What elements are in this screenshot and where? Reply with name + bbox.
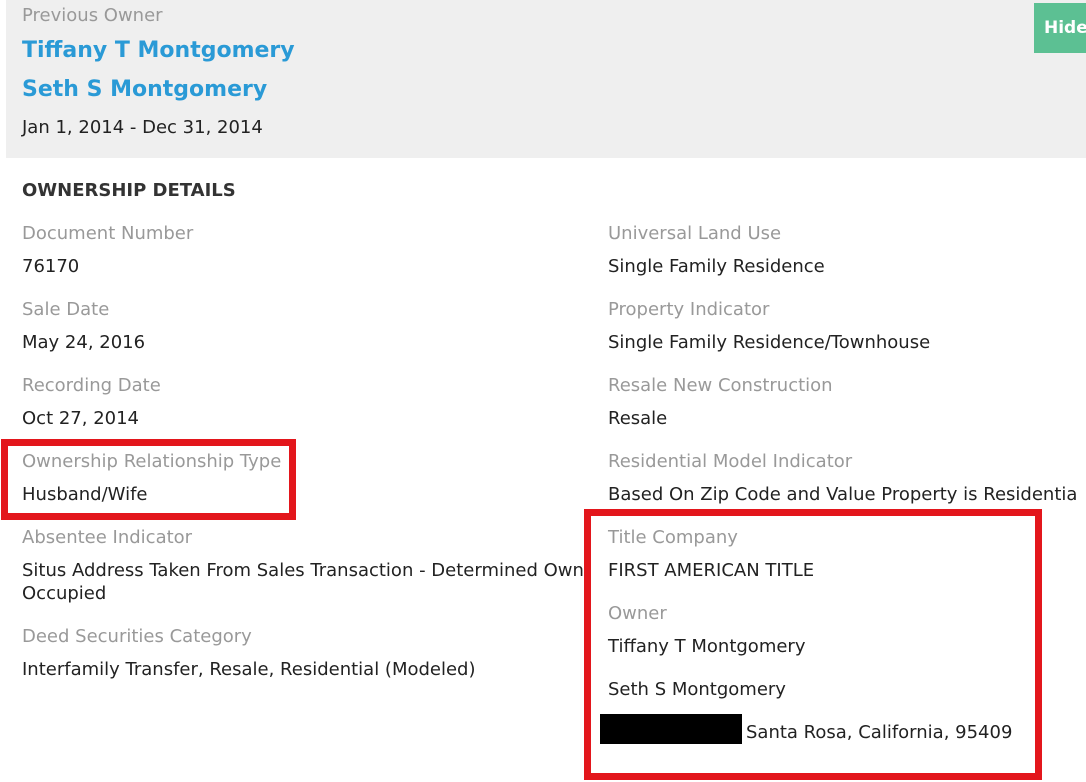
previous-owner-label: Previous Owner (22, 5, 163, 26)
document-number-value: 76170 (22, 256, 80, 277)
universal-land-use-label: Universal Land Use (608, 223, 782, 244)
deed-securities-value: Interfamily Transfer, Resale, Residentia… (22, 659, 476, 680)
hide-button[interactable]: Hide (1034, 3, 1086, 53)
section-title: OWNERSHIP DETAILS (22, 180, 236, 201)
absentee-indicator-value-line1: Situs Address Taken From Sales Transacti… (22, 560, 584, 581)
residential-model-value: Based On Zip Code and Value Property is … (608, 484, 1078, 505)
annotation-box-relationship (1, 439, 296, 520)
resale-new-construction-label: Resale New Construction (608, 375, 833, 396)
property-indicator-value: Single Family Residence/Townhouse (608, 332, 931, 353)
sale-date-label: Sale Date (22, 299, 110, 320)
deed-securities-label: Deed Securities Category (22, 626, 252, 647)
sale-date-value: May 24, 2016 (22, 332, 146, 353)
absentee-indicator-value-line2: Occupied (22, 583, 107, 604)
absentee-indicator-label: Absentee Indicator (22, 527, 193, 548)
property-indicator-label: Property Indicator (608, 299, 770, 320)
universal-land-use-value: Single Family Residence (608, 256, 825, 277)
recording-date-value: Oct 27, 2014 (22, 408, 139, 429)
previous-owner-link-1[interactable]: Tiffany T Montgomery (22, 38, 295, 63)
annotation-box-title-owner (584, 509, 1042, 780)
document-number-label: Document Number (22, 223, 194, 244)
ownership-date-range: Jan 1, 2014 - Dec 31, 2014 (22, 117, 263, 138)
residential-model-label: Residential Model Indicator (608, 451, 853, 472)
resale-new-construction-value: Resale (608, 408, 668, 429)
recording-date-label: Recording Date (22, 375, 161, 396)
previous-owner-link-2[interactable]: Seth S Montgomery (22, 77, 267, 102)
